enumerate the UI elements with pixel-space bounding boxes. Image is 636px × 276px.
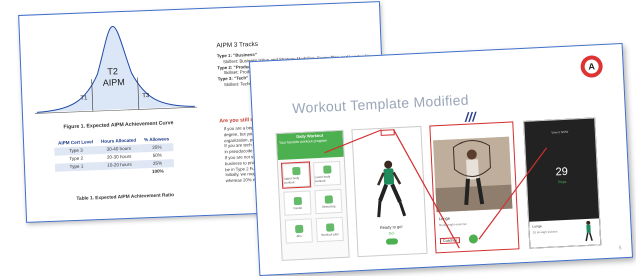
footer-sub: 20 Hi-High kickses — [532, 229, 558, 235]
workout-tile[interactable]: Workout plan — [315, 216, 344, 243]
phone-header: Daily Workout Your favorite workout prog… — [276, 130, 344, 160]
curve-label-aipm: AIPM — [103, 77, 125, 88]
workout-tile[interactable]: Upper body workout — [280, 161, 312, 189]
person-thumbnail-icon — [585, 220, 593, 242]
workout-tile[interactable]: Cardio — [283, 190, 312, 216]
workout-template-slide: Workout Template Modified A /// Daily Wo… — [248, 42, 634, 276]
logo-letter: A — [584, 59, 599, 74]
start-button[interactable] — [385, 238, 399, 245]
phone-screen-counter: View it NOW 29 Reps Lunge 20 Hi-High kic… — [523, 117, 602, 249]
heart-icon — [293, 196, 302, 205]
exercise-name: Lunge — [438, 215, 451, 222]
phone-screen-home: Daily Workout Your favorite workout prog… — [275, 129, 350, 261]
workout-tile[interactable]: Stretching — [314, 188, 343, 215]
curve-label-t3: T3 — [142, 93, 150, 99]
dumbbell-icon — [322, 164, 332, 174]
slide-title: Workout Template Modified — [291, 91, 470, 117]
lunge-figure-image — [377, 160, 407, 218]
phone-screen-ready: Ready to go! Go! — [351, 125, 428, 258]
go-text: Go! — [388, 231, 395, 236]
reps-label: Reps — [557, 179, 567, 185]
counter-footer: Lunge 20 Hi-High kickses — [529, 218, 601, 248]
exercise-photo — [433, 136, 513, 213]
rep-count: 29 — [555, 165, 569, 179]
calendar-icon — [325, 222, 334, 232]
workout-tile[interactable]: Abs — [284, 218, 313, 244]
phone-screen-exercise: Lunge Bodyweight exercise Coaches — [429, 121, 520, 254]
counter-header: View it NOW — [551, 129, 569, 135]
stretch-icon — [324, 194, 333, 204]
aipm-table: AIPM Cert Level Hours Allocated % Allowe… — [54, 136, 175, 179]
table-caption: Table 1. Expected AIPM Achievement Ratio — [76, 193, 175, 202]
abs-icon — [294, 224, 303, 233]
curve-label-t2: T2 — [107, 66, 118, 76]
play-icon[interactable] — [468, 234, 479, 244]
page-number: 5 — [618, 245, 622, 252]
highlight-box — [380, 129, 395, 136]
brand-logo: A — [580, 55, 604, 79]
footer-title: Lunge — [532, 224, 542, 229]
coaches-button[interactable]: Coaches — [439, 237, 461, 245]
person-photo-image — [433, 136, 513, 213]
dumbbell-icon — [291, 166, 301, 175]
exercise-sub: Bodyweight exercise — [439, 221, 467, 228]
workout-tile[interactable]: Lower body workout — [312, 160, 342, 187]
curve-label-t1: T1 — [80, 95, 88, 101]
achievement-curve-chart: T1 T2 AIPM T3 — [34, 25, 197, 114]
